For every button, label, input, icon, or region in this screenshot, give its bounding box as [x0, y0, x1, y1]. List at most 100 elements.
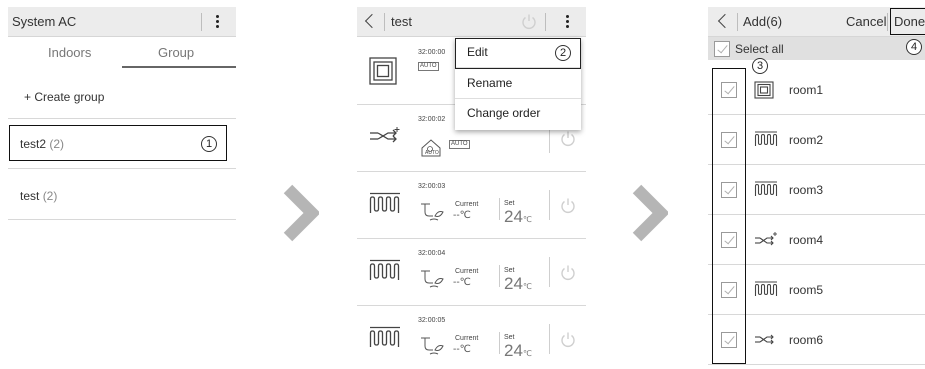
set-label: Set: [504, 334, 515, 341]
app-header: test: [357, 7, 586, 37]
options-menu: Edit 2 Rename Change order: [455, 38, 581, 130]
create-group-button[interactable]: + Create group: [24, 90, 104, 104]
power-icon[interactable]: [560, 331, 576, 348]
more-options-icon[interactable]: [216, 15, 220, 30]
power-icon[interactable]: [521, 13, 537, 30]
tab-group[interactable]: Group: [158, 45, 194, 60]
step-marker-1: 1: [201, 136, 217, 152]
page-title: test: [391, 14, 412, 29]
header-divider: [201, 13, 202, 31]
back-icon[interactable]: [717, 13, 733, 29]
device-row[interactable]: 32:00:04 Current --℃ Set 24℃: [357, 239, 586, 306]
step-marker-2: 2: [555, 45, 571, 61]
power-icon[interactable]: [560, 197, 576, 214]
group-count: (2): [49, 137, 65, 151]
heater-icon: [369, 259, 400, 280]
select-all-bar[interactable]: Select all 4: [708, 37, 925, 60]
group-name: test2: [20, 137, 47, 151]
heater-icon: [754, 281, 778, 296]
highlight-box: [890, 8, 925, 35]
step-marker-3: 3: [752, 58, 768, 74]
current-value: --℃: [453, 344, 471, 355]
menu-item-change-order[interactable]: Change order: [455, 99, 581, 129]
mode-label: AUTO: [425, 150, 439, 156]
room-name: room4: [789, 233, 824, 247]
device-time: 32:00:05: [418, 317, 446, 324]
square-ac-icon: [754, 81, 774, 99]
room-name: room2: [789, 133, 824, 147]
tab-bar: Indoors Group: [8, 38, 236, 69]
tab-indoors[interactable]: Indoors: [48, 45, 91, 60]
group-item-test[interactable]: test (2): [20, 189, 57, 203]
fan-mixer-icon: [370, 127, 400, 143]
set-label: Set: [504, 200, 515, 207]
menu-item-label: Rename: [467, 76, 513, 90]
device-row[interactable]: 32:00:03 Current --℃ Set 24℃: [357, 172, 586, 239]
current-label: Current: [455, 335, 479, 342]
header-divider: [887, 13, 888, 31]
square-ac-icon: [369, 57, 397, 85]
active-tab-indicator: [122, 66, 236, 68]
page-title: Add(6): [743, 14, 783, 29]
set-temperature: 24℃: [504, 274, 532, 293]
header-divider: [384, 13, 385, 31]
heater-icon: [754, 131, 778, 146]
header-divider: [737, 13, 738, 31]
group-count: (2): [42, 189, 58, 203]
set-label: Set: [504, 267, 515, 274]
step-marker-4: 4: [906, 39, 922, 55]
divider: [8, 219, 236, 220]
room-name: room1: [789, 83, 824, 97]
set-temperature: 24℃: [504, 207, 532, 226]
mode-badge: AUTO: [449, 140, 470, 149]
select-all-label: Select all: [735, 42, 784, 56]
device-time: 32:00:03: [418, 183, 446, 190]
device-time: 32:00:02: [418, 116, 446, 123]
divider: [549, 324, 550, 354]
screen-group-test: test 32:00:00 AUTO 32:00:02 AUTO AUTO 32…: [357, 0, 586, 369]
mode-badge: AUTO: [418, 62, 439, 71]
select-all-checkbox[interactable]: [714, 41, 730, 57]
screen-system-ac: System AC Indoors Group + Create group t…: [8, 0, 236, 369]
cancel-button[interactable]: Cancel: [846, 14, 886, 29]
header-divider: [545, 13, 546, 31]
heater-icon: [754, 181, 778, 196]
group-item-test2[interactable]: test2 (2): [20, 137, 64, 151]
back-icon[interactable]: [364, 13, 380, 29]
divider: [499, 265, 500, 287]
app-header: System AC: [8, 7, 236, 37]
divider: [8, 168, 236, 169]
set-temperature: 24℃: [504, 341, 532, 360]
page-title: System AC: [12, 14, 77, 29]
device-row[interactable]: 32:00:05 Current --℃ Set 24℃: [357, 306, 586, 369]
tap-plant-icon: [421, 270, 444, 288]
divider: [549, 190, 550, 220]
divider: [8, 118, 236, 119]
room-name: room5: [789, 283, 824, 297]
current-value: --℃: [453, 210, 471, 221]
device-time: 32:00:00: [418, 49, 446, 56]
tap-plant-icon: [421, 337, 444, 355]
current-value: --℃: [453, 277, 471, 288]
more-options-icon[interactable]: [566, 15, 570, 30]
tap-plant-icon: [421, 203, 444, 221]
menu-item-rename[interactable]: Rename: [455, 69, 581, 99]
room-name: room6: [789, 333, 824, 347]
divider: [549, 257, 550, 287]
next-step-arrow-icon: [632, 184, 668, 242]
group-name: test: [20, 189, 40, 203]
divider: [499, 198, 500, 220]
device-time: 32:00:04: [418, 250, 446, 257]
heater-icon: [369, 326, 400, 347]
heater-icon: [369, 192, 400, 213]
divider: [499, 332, 500, 354]
current-label: Current: [455, 268, 479, 275]
menu-item-label: Change order: [467, 106, 541, 120]
next-step-arrow-icon: [283, 184, 319, 242]
highlight-box: [712, 68, 746, 364]
power-icon[interactable]: [560, 130, 576, 147]
screen-add-devices: Add(6) Cancel Done Select all 4 3 room1 …: [708, 0, 925, 369]
power-icon[interactable]: [560, 264, 576, 281]
fan-mixer-icon: [755, 334, 774, 345]
current-label: Current: [455, 201, 479, 208]
